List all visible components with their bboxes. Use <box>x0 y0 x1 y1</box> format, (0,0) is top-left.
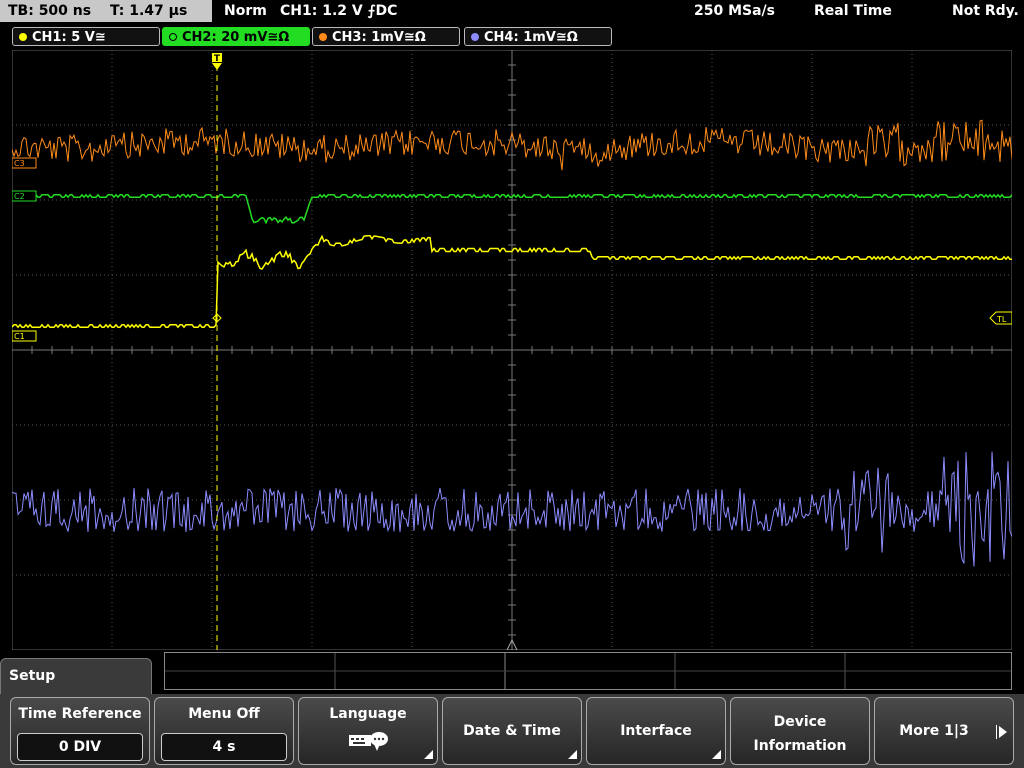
device-information-button[interactable]: Device Information <box>730 697 870 765</box>
language-button[interactable]: Language <box>298 697 438 765</box>
ch2-color-icon <box>169 33 177 41</box>
menu-title-tab: Setup <box>0 658 152 696</box>
channel-tab-ch1[interactable]: CH1: 5 V≅ <box>12 27 160 46</box>
next-page-bar-icon <box>996 725 997 739</box>
ch3-ground-marker[interactable]: C3 <box>12 157 37 169</box>
language-label: Language <box>329 706 407 722</box>
next-page-arrow-icon <box>999 726 1007 738</box>
ch2-ground-marker[interactable]: C2 <box>12 190 37 202</box>
more-button[interactable]: More 1|3 <box>874 697 1014 765</box>
device-information-line1: Device <box>773 714 827 730</box>
acquisition-mode: Real Time <box>814 3 892 19</box>
menu-off-button[interactable]: Menu Off 4 s <box>154 697 294 765</box>
submenu-corner-icon <box>424 750 433 759</box>
channel-tab-ch2[interactable]: CH2: 20 mV≅Ω <box>162 27 310 46</box>
time-reference-value: 0 DIV <box>17 733 143 761</box>
interface-button[interactable]: Interface <box>586 697 726 765</box>
channel-bar: CH1: 5 V≅ CH2: 20 mV≅Ω CH3: 1mV≅Ω CH4: 1… <box>0 27 1024 47</box>
ch1-marker-label: C1 <box>14 332 25 341</box>
submenu-corner-icon <box>712 750 721 759</box>
ch3-label: CH3: 1mV≅Ω <box>332 30 426 45</box>
device-information-line2: Information <box>753 738 847 754</box>
trigger-mode[interactable]: Norm <box>224 0 267 22</box>
time-reference-button[interactable]: Time Reference 0 DIV <box>10 697 150 765</box>
keyboard-speech-icon <box>349 732 388 751</box>
ch3-marker-label: C3 <box>14 159 25 168</box>
more-label: More 1|3 <box>899 723 969 739</box>
submenu-corner-icon <box>568 750 577 759</box>
ch4-label: CH4: 1mV≅Ω <box>484 30 578 45</box>
ch3-color-icon <box>319 33 327 41</box>
svg-text:T: T <box>214 54 221 64</box>
ch1-ground-marker[interactable]: C1 <box>12 330 37 342</box>
trigger-level-label: TL <box>996 315 1007 324</box>
acquisition-status: Not Rdy. <box>952 3 1019 19</box>
date-time-label: Date & Time <box>463 723 561 739</box>
menu-title: Setup <box>9 668 56 684</box>
trigger-source[interactable]: CH1: 1.2 V ⨍DC <box>280 0 397 22</box>
timebase-box[interactable]: TB: 500 ns T: 1.47 µs <box>0 0 212 22</box>
ch2-label: CH2: 20 mV≅Ω <box>182 30 290 45</box>
time-reference-label: Time Reference <box>18 706 142 722</box>
menu-off-value: 4 s <box>161 733 287 761</box>
ch4-color-icon <box>471 33 479 41</box>
date-time-button[interactable]: Date & Time <box>442 697 582 765</box>
ch1-label: CH1: 5 V≅ <box>32 30 106 45</box>
channel-tab-ch3[interactable]: CH3: 1mV≅Ω <box>312 27 460 46</box>
waveform-display[interactable]: T C3 C2 C1 TL <box>12 50 1012 650</box>
trigger-time-label: T: 1.47 µs <box>109 3 188 19</box>
device-information-label: Device Information <box>731 710 869 758</box>
overview-bar <box>164 652 1012 690</box>
ch1-color-icon <box>19 33 27 41</box>
channel-tab-ch4[interactable]: CH4: 1mV≅Ω <box>464 27 612 46</box>
status-bar: TB: 500 ns T: 1.47 µs Norm CH1: 1.2 V ⨍D… <box>0 0 1024 24</box>
interface-label: Interface <box>620 723 692 739</box>
ch2-marker-label: C2 <box>14 192 25 201</box>
menu-off-label: Menu Off <box>188 706 260 722</box>
sample-rate: 250 MSa/s <box>694 3 776 19</box>
timebase-label: TB: 500 ns <box>8 3 92 19</box>
